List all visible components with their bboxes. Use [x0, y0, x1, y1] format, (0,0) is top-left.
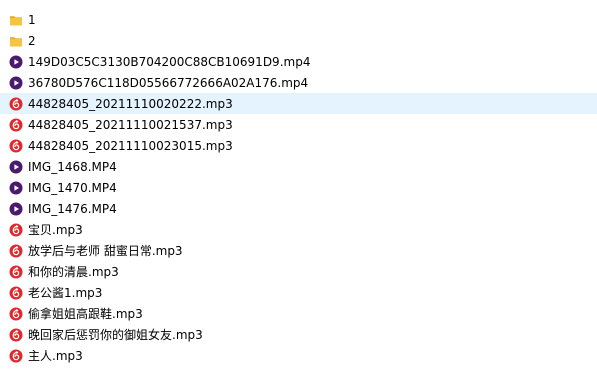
file-name: 1 — [28, 12, 36, 27]
file-name: 2 — [28, 33, 36, 48]
file-name: 老公酱1.mp3 — [28, 285, 103, 300]
list-item[interactable]: 和你的清晨.mp3 — [0, 261, 597, 282]
file-name: 36780D576C118D05566772666A02A176.mp4 — [28, 75, 309, 90]
folder-icon — [9, 13, 23, 27]
video-file-icon — [9, 181, 23, 195]
list-item[interactable]: 36780D576C118D05566772666A02A176.mp4 — [0, 72, 597, 93]
list-item[interactable]: 偷拿姐姐高跟鞋.mp3 — [0, 303, 597, 324]
audio-file-icon — [9, 223, 23, 237]
audio-file-icon — [9, 286, 23, 300]
list-item[interactable]: 晚回家后惩罚你的御姐女友.mp3 — [0, 324, 597, 345]
audio-file-icon — [9, 118, 23, 132]
file-name: 主人.mp3 — [28, 348, 83, 363]
file-name: 44828405_20211110023015.mp3 — [28, 138, 233, 153]
audio-file-icon — [9, 97, 23, 111]
audio-file-icon — [9, 244, 23, 258]
audio-file-icon — [9, 349, 23, 363]
file-name: 149D03C5C3130B704200C88CB10691D9.mp4 — [28, 54, 311, 69]
audio-file-icon — [9, 328, 23, 342]
file-name: 偷拿姐姐高跟鞋.mp3 — [28, 306, 143, 321]
list-item[interactable]: 宝贝.mp3 — [0, 219, 597, 240]
file-list: 1 2 149D03C5C3130B704200C88CB10691D9.mp4… — [0, 0, 597, 382]
folder-icon — [9, 34, 23, 48]
video-file-icon — [9, 55, 23, 69]
file-name: 44828405_20211110020222.mp3 — [28, 96, 233, 111]
list-item[interactable]: IMG_1470.MP4 — [0, 177, 597, 198]
list-item[interactable]: 44828405_20211110021537.mp3 — [0, 114, 597, 135]
list-item[interactable]: 放学后与老师 甜蜜日常.mp3 — [0, 240, 597, 261]
file-name: IMG_1470.MP4 — [28, 180, 117, 195]
audio-file-icon — [9, 265, 23, 279]
file-name: 放学后与老师 甜蜜日常.mp3 — [28, 243, 183, 258]
list-item[interactable]: 44828405_20211110023015.mp3 — [0, 135, 597, 156]
video-file-icon — [9, 160, 23, 174]
list-item[interactable]: 老公酱1.mp3 — [0, 282, 597, 303]
list-item[interactable]: 2 — [0, 30, 597, 51]
file-name: IMG_1476.MP4 — [28, 201, 117, 216]
list-item[interactable]: 1 — [0, 9, 597, 30]
file-name: 宝贝.mp3 — [28, 222, 83, 237]
file-name: 和你的清晨.mp3 — [28, 264, 119, 279]
audio-file-icon — [9, 307, 23, 321]
list-item[interactable]: IMG_1468.MP4 — [0, 156, 597, 177]
list-item[interactable]: 主人.mp3 — [0, 345, 597, 366]
list-item[interactable]: 44828405_20211110020222.mp3 — [0, 93, 597, 114]
list-item[interactable]: IMG_1476.MP4 — [0, 198, 597, 219]
file-name: IMG_1468.MP4 — [28, 159, 117, 174]
video-file-icon — [9, 76, 23, 90]
list-item[interactable]: 149D03C5C3130B704200C88CB10691D9.mp4 — [0, 51, 597, 72]
audio-file-icon — [9, 139, 23, 153]
video-file-icon — [9, 202, 23, 216]
file-name: 晚回家后惩罚你的御姐女友.mp3 — [28, 327, 203, 342]
file-name: 44828405_20211110021537.mp3 — [28, 117, 233, 132]
